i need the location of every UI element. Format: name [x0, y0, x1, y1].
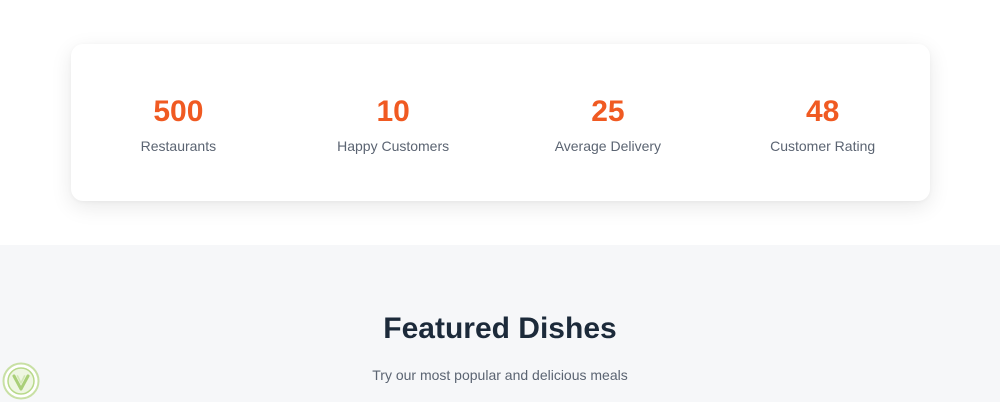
stat-average-delivery: 25 Average Delivery: [501, 44, 716, 201]
section-subtitle: Try our most popular and delicious meals: [372, 367, 628, 383]
stat-restaurants: 500 Restaurants: [71, 44, 286, 201]
page: 500 Restaurants 10 Happy Customers 25 Av…: [0, 0, 1000, 402]
stat-label: Customer Rating: [770, 138, 876, 154]
stats-section: 500 Restaurants 10 Happy Customers 25 Av…: [0, 0, 1000, 245]
shield-check-icon[interactable]: [2, 362, 40, 400]
stats-card: 500 Restaurants 10 Happy Customers 25 Av…: [71, 44, 930, 201]
stat-value: 500: [153, 95, 204, 128]
stat-happy-customers: 10 Happy Customers: [286, 44, 501, 201]
stat-label: Restaurants: [140, 138, 217, 154]
stat-value: 10: [376, 95, 410, 128]
stat-label: Average Delivery: [554, 138, 662, 154]
stat-label: Happy Customers: [337, 138, 450, 154]
stat-customer-rating: 48 Customer Rating: [715, 44, 930, 201]
featured-dishes-section: Featured Dishes Try our most popular and…: [0, 245, 1000, 402]
stat-value: 48: [805, 95, 840, 128]
section-title: Featured Dishes: [383, 312, 617, 345]
stat-value: 25: [591, 95, 625, 128]
